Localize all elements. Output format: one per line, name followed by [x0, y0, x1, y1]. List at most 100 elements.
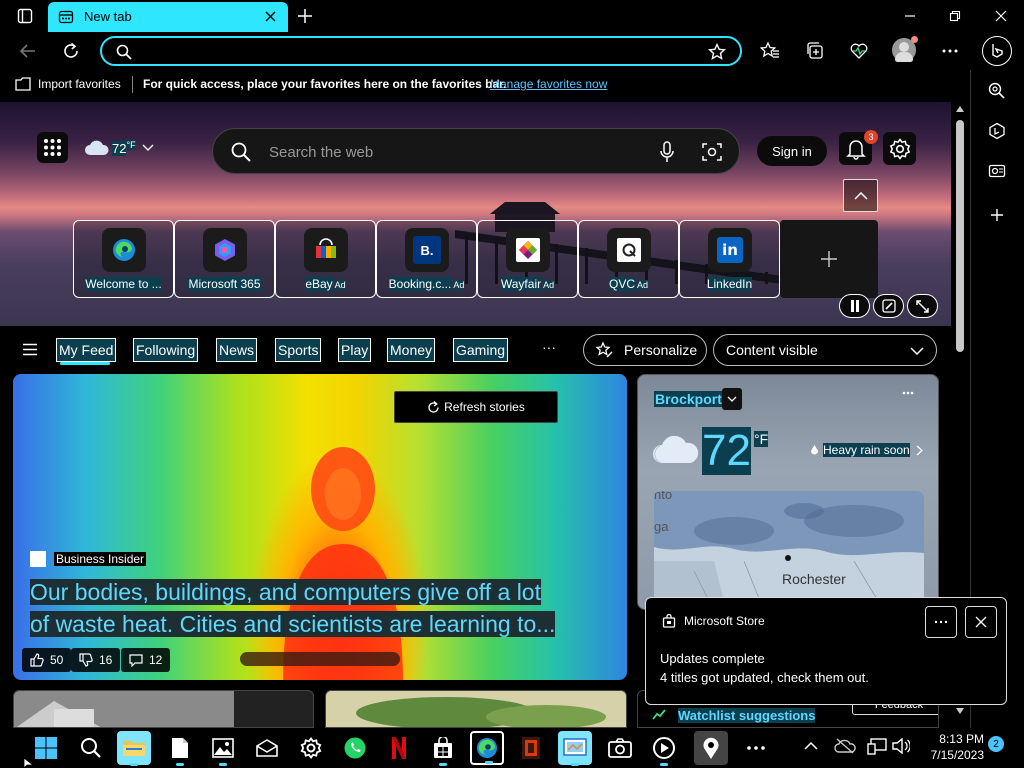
clock[interactable]: 8:13 PM 7/15/2023 [922, 731, 984, 763]
scroll-down-arrow[interactable] [956, 708, 964, 714]
maps-button[interactable] [694, 731, 728, 765]
favorite-star-icon[interactable] [708, 43, 726, 61]
weather-radar-map[interactable]: nto ga Rochester [654, 491, 924, 609]
browser-essentials-icon[interactable] [846, 38, 872, 64]
show-hidden-icons-button[interactable] [804, 741, 818, 750]
quick-link-ebay[interactable]: eBay Ad [275, 220, 376, 298]
restore-button[interactable] [940, 4, 970, 28]
search-taskbar-button[interactable] [74, 731, 108, 765]
tab-gaming[interactable]: Gaming [453, 338, 509, 362]
new-tab-button[interactable] [290, 4, 320, 28]
story-card-2[interactable] [13, 690, 314, 728]
minimize-button[interactable] [895, 4, 925, 28]
quick-link-linkedin[interactable]: in LinkedIn [679, 220, 780, 298]
address-input[interactable] [142, 42, 702, 62]
apps-grid-button[interactable] [37, 132, 68, 163]
add-quick-link-button[interactable] [780, 220, 878, 298]
photos-button[interactable] [206, 731, 240, 766]
favorites-icon[interactable] [757, 38, 783, 64]
profile-avatar[interactable] [891, 36, 918, 63]
manage-favorites-link[interactable]: Manage favorites now [490, 77, 607, 91]
collapse-hero-button[interactable] [843, 179, 878, 212]
scrollbar-thumb[interactable] [956, 120, 964, 352]
tab-new-tab[interactable]: New tab [48, 2, 288, 32]
taskbar-overflow-button[interactable] [739, 731, 773, 765]
content-visibility-dropdown[interactable]: Content visible [713, 334, 937, 366]
bing-icon[interactable] [985, 119, 1009, 143]
tab-sports[interactable]: Sports [275, 338, 322, 362]
more-menu-icon[interactable] [937, 38, 963, 64]
customize-background-button[interactable] [873, 294, 904, 318]
location-dropdown-button[interactable] [722, 388, 742, 410]
visual-search-icon[interactable] [702, 142, 722, 162]
import-favorites-link[interactable]: Import favorites [38, 77, 121, 91]
address-bar[interactable] [100, 36, 742, 66]
settings-taskbar-button[interactable] [294, 731, 328, 765]
mail-button[interactable] [250, 731, 284, 765]
carousel-indicator[interactable] [240, 652, 400, 666]
camera-button[interactable] [603, 731, 637, 765]
dislike-button[interactable]: 16 [71, 648, 121, 672]
sign-in-button[interactable]: Sign in [757, 136, 827, 166]
tab-actions-icon[interactable] [10, 4, 40, 28]
office-button[interactable] [514, 731, 548, 765]
weather-widget[interactable]: 72 °F [84, 140, 154, 156]
close-window-button[interactable] [986, 4, 1016, 28]
microsoft-store-notification[interactable]: Microsoft Store Updates complete 4 title… [645, 597, 1007, 705]
quick-link-booking[interactable]: B. Booking.c... Ad [376, 220, 477, 298]
main-story-card[interactable]: Refresh stories Business Insider Our bod… [13, 374, 627, 680]
quick-link-wayfair[interactable]: Wayfair Ad [477, 220, 578, 298]
pause-background-button[interactable] [839, 294, 870, 318]
expand-background-button[interactable] [907, 294, 938, 318]
close-tab-icon[interactable] [264, 10, 277, 23]
whatsapp-button[interactable] [338, 731, 372, 765]
notification-options-button[interactable] [925, 606, 957, 638]
edge-taskbar-button[interactable] [470, 731, 504, 765]
start-button[interactable] [29, 731, 63, 765]
copilot-icon[interactable] [982, 36, 1012, 66]
add-sidebar-app-icon[interactable] [985, 203, 1009, 227]
refresh-stories-button[interactable]: Refresh stories [394, 391, 558, 423]
quick-link-welcome[interactable]: Welcome to ... [73, 220, 174, 298]
netflix-button[interactable] [382, 731, 416, 765]
back-button[interactable] [15, 38, 41, 64]
menu-icon[interactable] [22, 343, 38, 356]
search-sidebar-icon[interactable] [985, 79, 1009, 103]
media-player-button[interactable] [647, 731, 681, 766]
microphone-icon[interactable] [660, 141, 674, 163]
notification-close-button[interactable] [965, 606, 997, 638]
like-button[interactable]: 50 [22, 648, 72, 672]
chevron-down-icon [727, 396, 737, 402]
refresh-button[interactable] [58, 38, 84, 64]
notifications-button[interactable]: 3 [839, 130, 878, 165]
story-card-3[interactable] [325, 690, 627, 728]
volume-icon[interactable] [892, 738, 910, 754]
notification-center-badge[interactable]: 2 [988, 736, 1004, 752]
story-headline[interactable]: Our bodies, buildings, and computers giv… [30, 576, 590, 640]
weather-card[interactable]: Brockport 72 °F Heavy rain soon nto ga R… [637, 374, 939, 610]
control-panel-button[interactable] [558, 731, 592, 766]
personalize-button[interactable]: Personalize [583, 334, 707, 366]
tab-following[interactable]: Following [133, 338, 199, 362]
web-search-box[interactable]: Search the web [212, 128, 740, 174]
outlook-icon[interactable] [985, 159, 1009, 183]
more-categories-button[interactable]: ··· [542, 339, 556, 355]
weather-more-icon[interactable] [902, 391, 914, 395]
settings-button[interactable] [883, 132, 916, 165]
collections-icon[interactable] [802, 38, 828, 64]
weather-location[interactable]: Brockport [654, 391, 723, 407]
network-icon[interactable] [867, 738, 887, 756]
tab-play[interactable]: Play [338, 338, 372, 362]
file-explorer-button[interactable] [117, 731, 151, 766]
quick-link-microsoft-365[interactable]: Microsoft 365 [174, 220, 275, 298]
onedrive-icon[interactable] [834, 738, 856, 754]
comments-button[interactable]: 12 [121, 648, 171, 672]
tab-my-feed[interactable]: My Feed [56, 338, 117, 362]
quick-link-qvc[interactable]: QVC Ad [578, 220, 679, 298]
tab-money[interactable]: Money [387, 338, 436, 362]
scroll-up-arrow[interactable] [956, 106, 964, 112]
tab-news[interactable]: News [216, 338, 258, 362]
weather-condition[interactable]: Heavy rain soon [810, 443, 923, 457]
microsoft-store-button[interactable] [426, 731, 460, 766]
notepad-button[interactable] [163, 731, 197, 766]
